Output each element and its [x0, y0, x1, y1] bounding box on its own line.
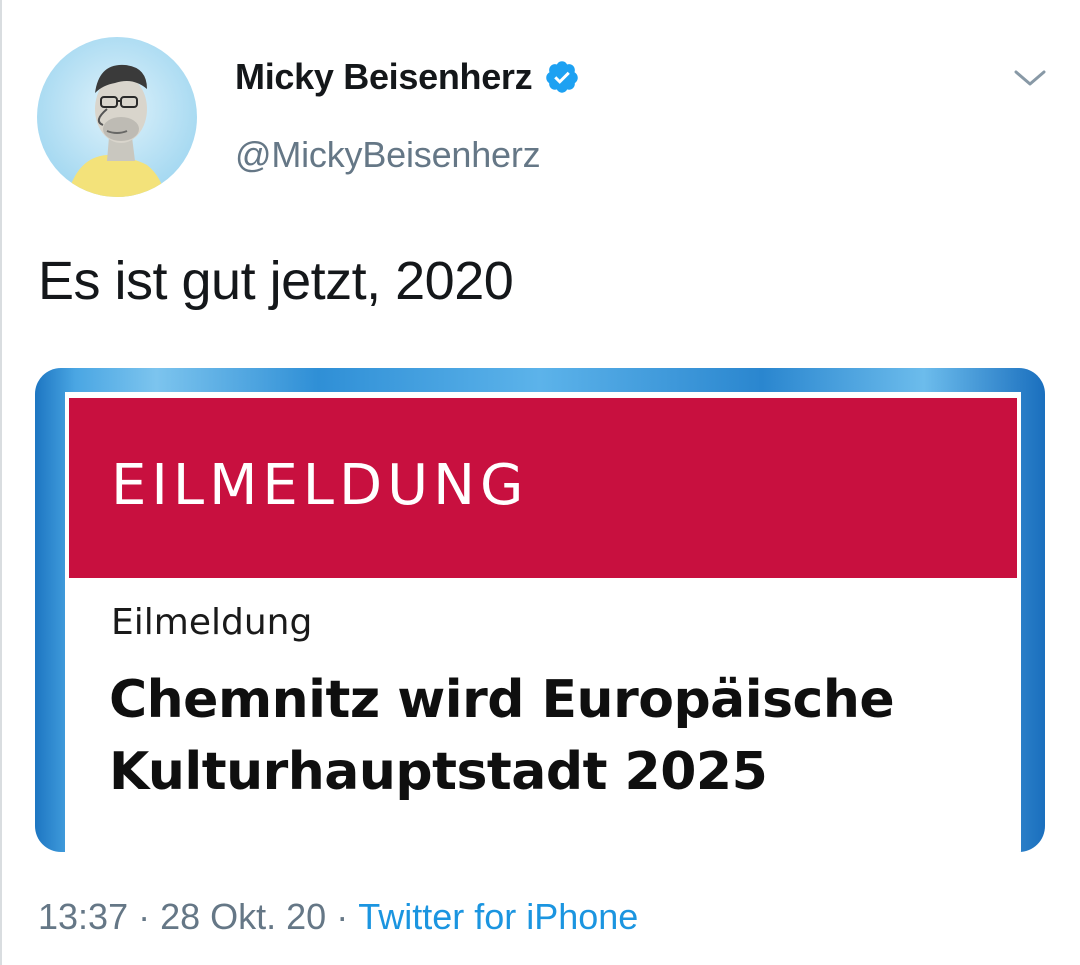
tweet-text: Es ist gut jetzt, 2020 [38, 251, 514, 311]
breaking-news-banner: EILMELDUNG [69, 398, 1017, 578]
news-headline: Chemnitz wird Europäische Kulturhauptsta… [109, 664, 1009, 808]
news-alert-card: EILMELDUNG Eilmeldung Chemnitz wird Euro… [65, 392, 1021, 852]
headline-line-2: Kulturhauptstadt 2025 [109, 742, 768, 802]
meta-separator: · [138, 896, 151, 937]
author-display-name[interactable]: Micky Beisenherz [235, 56, 533, 98]
timeline-border [0, 0, 2, 965]
tweet-meta: 13:37 · 28 Okt. 20 · Twitter for iPhone [38, 896, 638, 938]
chevron-down-icon[interactable] [1012, 66, 1048, 90]
avatar[interactable] [37, 37, 197, 197]
author-handle[interactable]: @MickyBeisenherz [235, 134, 541, 176]
news-kicker: Eilmeldung [111, 602, 313, 643]
author-name-row[interactable]: Micky Beisenherz [235, 56, 580, 98]
banner-title: EILMELDUNG [111, 453, 529, 518]
tweet-media-image[interactable]: EILMELDUNG Eilmeldung Chemnitz wird Euro… [35, 368, 1045, 852]
tweet-source-link[interactable]: Twitter for iPhone [358, 896, 638, 938]
verified-badge-icon [544, 59, 580, 95]
tweet-date[interactable]: 28 Okt. 20 [160, 896, 326, 938]
meta-separator: · [336, 896, 349, 937]
headline-line-1: Chemnitz wird Europäische [109, 670, 895, 730]
tweet-time[interactable]: 13:37 [38, 896, 128, 938]
